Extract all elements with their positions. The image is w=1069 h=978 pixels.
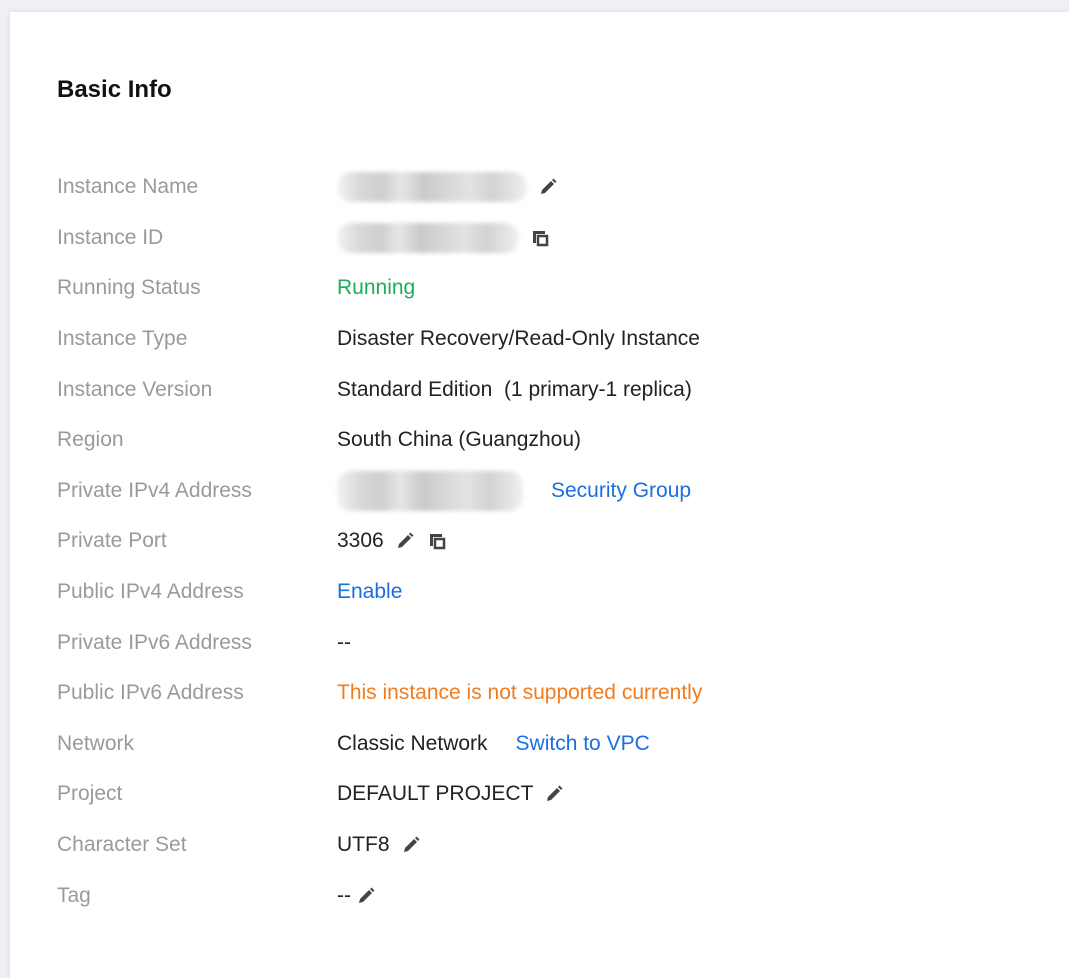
public-ipv6-label: Public IPv6 Address — [57, 681, 244, 705]
instance-version-value: Standard Edition (1 primary-1 replica) — [337, 377, 692, 401]
instance-id-label: Instance ID — [57, 225, 164, 249]
row-running-status: Running Status Running — [57, 263, 1057, 314]
private-port-label: Private Port — [57, 529, 167, 553]
character-set-label: Character Set — [57, 833, 187, 857]
tag-text: -- — [337, 883, 351, 907]
private-ipv6-label: Private IPv6 Address — [57, 630, 252, 654]
running-status-value: Running — [337, 276, 416, 300]
row-private-port: Private Port 3306 — [57, 516, 1057, 567]
row-project: Project DEFAULT PROJECT — [57, 769, 1057, 820]
info-list: Instance Name Instance ID Running Status… — [57, 162, 1057, 921]
instance-id-value — [337, 222, 551, 253]
row-public-ipv6: Public IPv6 Address This instance is not… — [57, 668, 1057, 719]
private-ipv4-label: Private IPv4 Address — [57, 478, 252, 502]
instance-name-label: Instance Name — [57, 175, 199, 199]
security-group-link[interactable]: Security Group — [551, 479, 691, 503]
row-region: Region South China (Guangzhou) — [57, 415, 1057, 466]
network-type: Classic Network — [337, 731, 488, 755]
edit-private-port-pencil-icon[interactable] — [394, 530, 416, 552]
row-instance-version: Instance Version Standard Edition (1 pri… — [57, 364, 1057, 415]
private-port-value: 3306 — [337, 529, 448, 553]
public-ipv6-warning: This instance is not supported currently — [337, 681, 703, 705]
copy-instance-id-copy-icon[interactable] — [529, 227, 551, 249]
network-label: Network — [57, 731, 135, 755]
row-tag: Tag -- — [57, 870, 1057, 921]
instance-version-label: Instance Version — [57, 377, 213, 401]
copy-private-port-copy-icon[interactable] — [426, 530, 448, 552]
instance-type-label: Instance Type — [57, 327, 188, 351]
character-set-value: UTF8 — [337, 833, 422, 857]
private-ipv4-value: Security Group — [337, 470, 691, 511]
section-title: Basic Info — [57, 76, 172, 103]
row-instance-name: Instance Name — [57, 162, 1057, 213]
public-ipv4-label: Public IPv4 Address — [57, 580, 244, 604]
private-ipv4-redacted — [337, 470, 523, 511]
row-instance-type: Instance Type Disaster Recovery/Read-Onl… — [57, 314, 1057, 365]
row-character-set: Character Set UTF8 — [57, 820, 1057, 871]
basic-info-card: Basic Info Instance Name Instance ID Run… — [10, 12, 1069, 978]
project-name: DEFAULT PROJECT — [337, 782, 534, 806]
private-port-number: 3306 — [337, 529, 384, 553]
character-set-name: UTF8 — [337, 833, 390, 857]
running-status-label: Running Status — [57, 276, 201, 300]
row-private-ipv4: Private IPv4 Address Security Group — [57, 466, 1057, 517]
project-label: Project — [57, 782, 123, 806]
row-private-ipv6: Private IPv6 Address -- — [57, 617, 1057, 668]
tag-value: -- — [337, 884, 377, 908]
project-value: DEFAULT PROJECT — [337, 782, 565, 806]
instance-type-value: Disaster Recovery/Read-Only Instance — [337, 327, 700, 351]
tag-label: Tag — [57, 883, 91, 907]
edit-project-pencil-icon[interactable] — [543, 783, 565, 805]
edit-character-set-pencil-icon[interactable] — [400, 834, 422, 856]
row-public-ipv4: Public IPv4 Address Enable — [57, 567, 1057, 618]
instance-id-redacted — [337, 222, 519, 253]
instance-name-redacted — [337, 172, 527, 203]
private-ipv6-value: -- — [337, 630, 351, 654]
instance-name-value — [337, 172, 559, 203]
edit-instance-name-pencil-icon[interactable] — [537, 176, 559, 198]
network-value: Classic Network Switch to VPC — [337, 732, 650, 756]
row-network: Network Classic Network Switch to VPC — [57, 719, 1057, 770]
edit-tag-pencil-icon[interactable] — [355, 885, 377, 907]
region-value: South China (Guangzhou) — [337, 428, 581, 452]
enable-public-ipv4-link[interactable]: Enable — [337, 580, 402, 604]
switch-to-vpc-link[interactable]: Switch to VPC — [516, 732, 650, 756]
region-label: Region — [57, 428, 124, 452]
row-instance-id: Instance ID — [57, 213, 1057, 264]
